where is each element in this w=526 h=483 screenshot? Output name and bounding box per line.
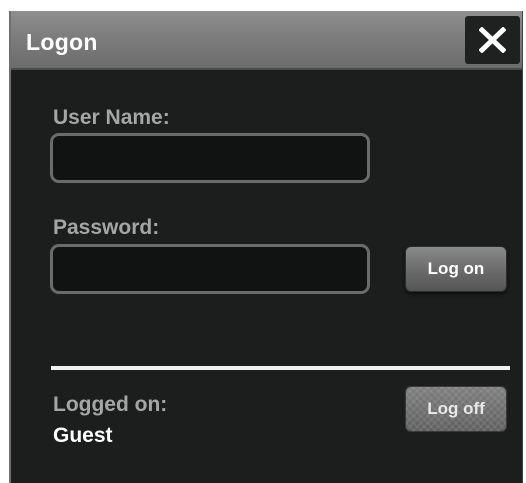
username-input[interactable] [50, 133, 370, 183]
logon-button[interactable]: Log on [405, 246, 507, 292]
password-label: Password: [53, 216, 160, 239]
title-bar: Logon [11, 11, 522, 70]
dialog-title: Logon [26, 29, 98, 55]
divider [51, 366, 510, 370]
logoff-button[interactable]: Log off [405, 386, 507, 432]
logon-dialog: Logon User Name: Password: Log on Logged… [9, 11, 523, 483]
logged-on-label: Logged on: [53, 393, 168, 416]
close-x-icon [479, 27, 506, 53]
current-user-name: Guest [53, 424, 113, 447]
close-button[interactable] [465, 16, 520, 64]
password-input[interactable] [50, 244, 370, 294]
username-label: User Name: [53, 106, 170, 129]
